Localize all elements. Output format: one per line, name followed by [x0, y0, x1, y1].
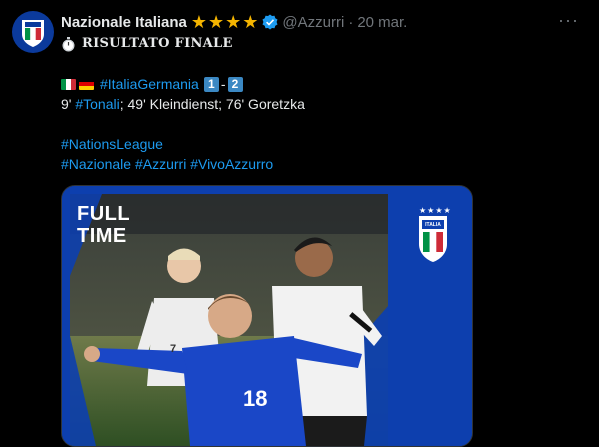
hashtag-azzurri[interactable]: #Azzurri: [135, 154, 186, 174]
tweet-header: Nazionale Italiana ★★★★ @Azzurri · 20 ma…: [61, 12, 587, 32]
stars-badge: ★★★★: [190, 12, 260, 32]
hashtag-italiagermania[interactable]: #ItaliaGermania: [100, 74, 199, 94]
avatar[interactable]: [12, 11, 54, 53]
italy-crest-icon: [22, 20, 44, 47]
score-away-badge: 2: [227, 76, 243, 92]
tweet-text: RISULTATO FINALE #ItaliaGermania 1 - 2 9…: [61, 34, 581, 174]
media-image[interactable]: FULL TIME ★★★★ ITALIA 18 7: [61, 185, 473, 447]
full-time-line-1: FULL: [77, 203, 131, 225]
scorer-minute: 9': [61, 96, 76, 112]
display-name[interactable]: Nazionale Italiana: [61, 14, 187, 31]
user-handle[interactable]: @Azzurri: [282, 14, 344, 31]
full-time-label: FULL TIME: [77, 203, 130, 247]
germany-flag-icon: [79, 78, 94, 90]
hashtag-tonali[interactable]: #Tonali: [75, 94, 119, 114]
verified-badge-icon[interactable]: [262, 14, 278, 30]
score-dash: -: [220, 76, 226, 92]
shorts-number: 7: [170, 343, 177, 355]
match-line: #ItaliaGermania 1 - 2: [61, 74, 581, 94]
stopwatch-icon: [61, 36, 76, 52]
separator-dot: ·: [348, 13, 354, 31]
hashtag-nationsleague[interactable]: #NationsLeague: [61, 134, 163, 154]
hashtag-line-1: #NationsLeague: [61, 134, 581, 154]
hashtag-nazionale[interactable]: #Nazionale: [61, 154, 131, 174]
scorers-rest: ; 49' Kleindienst; 76' Goretzka: [119, 96, 305, 112]
jersey-number: 18: [243, 386, 268, 411]
crest-stars: ★★★★: [419, 206, 452, 215]
hashtag-vivoazzurro[interactable]: #VivoAzzurro: [190, 154, 273, 174]
tweet-date[interactable]: 20 mar.: [357, 14, 407, 31]
scorers-line: 9' #Tonali ; 49' Kleindienst; 76' Goretz…: [61, 94, 581, 114]
hashtag-line-2: #Nazionale #Azzurri #VivoAzzurro: [61, 154, 581, 174]
score-home-badge: 1: [203, 76, 219, 92]
full-time-line-2: TIME: [77, 225, 127, 247]
italy-flag-icon: [61, 78, 76, 90]
result-title: RISULTATO FINALE: [82, 36, 233, 51]
more-options-icon[interactable]: ···: [558, 11, 579, 29]
crest-label: ITALIA: [425, 222, 441, 228]
result-title-line: RISULTATO FINALE: [61, 34, 581, 54]
